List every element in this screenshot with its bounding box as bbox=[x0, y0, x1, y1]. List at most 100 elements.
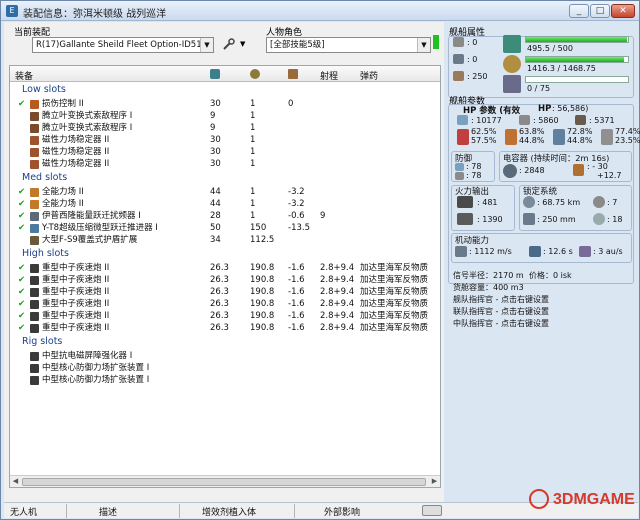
table-row[interactable]: ✔ 伊普西隆能量跃迁扰频器 I 28 1 -0.6 9 bbox=[10, 210, 440, 222]
table-row[interactable]: 磁性力场稳定器 II 30 1 bbox=[10, 146, 440, 158]
module-table: 装备 射程 弹药 Low slots ✔ 损伤控制 II 30 1 0 腾立叶变换式索敌程序… bbox=[9, 65, 441, 488]
ship-price: 价格：0 isk bbox=[529, 271, 572, 280]
module-name: 重型中子疾速炮 II bbox=[42, 263, 110, 273]
range-cell: 2.8+9.4 bbox=[320, 299, 355, 309]
chevron-down-icon: ▼ bbox=[200, 38, 213, 52]
structure-hp: : 5371 bbox=[589, 116, 615, 125]
active-check-icon[interactable]: ✔ bbox=[18, 310, 25, 322]
table-row[interactable]: ✔ 重型中子疾速炮 II 26.3 190.8 -1.6 2.8+9.4 加达里海军反物质 bbox=[10, 274, 440, 286]
table-row[interactable]: ✔ 重型中子疾速炮 II 26.3 190.8 -1.6 2.8+9.4 加达里海军反物质 bbox=[10, 298, 440, 310]
module-name: 重型中子疾速炮 II bbox=[42, 323, 110, 333]
capacitor-cell: -13.5 bbox=[288, 223, 310, 233]
tab-implants[interactable]: 增效剂植入体 bbox=[202, 505, 256, 518]
powergrid-cell: 1 bbox=[250, 211, 256, 221]
capacitor-cell: -3.2 bbox=[288, 187, 305, 197]
cpu-icon bbox=[503, 35, 521, 53]
watermark-text: 3DMGAME bbox=[553, 491, 635, 508]
module-name: 磁性力场稳定器 II bbox=[42, 147, 110, 157]
table-row[interactable]: 磁性力场稳定器 II 30 1 bbox=[10, 134, 440, 146]
cpu-cell: 34 bbox=[210, 235, 221, 245]
table-row[interactable]: 磁性力场稳定器 II 30 1 bbox=[10, 158, 440, 170]
table-row[interactable]: ✔ 重型中子疾速炮 II 26.3 190.8 -1.6 2.8+9.4 加达里海军反物质 bbox=[10, 262, 440, 274]
powergrid-cell: 190.8 bbox=[250, 299, 275, 309]
turret-slot-count: : 0 bbox=[467, 55, 478, 64]
powergrid-bar bbox=[525, 56, 629, 63]
module-name: 中型核心防御力场扩张装置 I bbox=[42, 363, 150, 373]
cpu-column-icon[interactable] bbox=[210, 69, 220, 79]
table-row[interactable]: ✔ 全能力场 II 44 1 -3.2 bbox=[10, 198, 440, 210]
turret-slot-icon bbox=[453, 54, 464, 64]
shield-regen-icon bbox=[455, 163, 464, 171]
character-select[interactable]: [全部技能5级] ▼ bbox=[266, 37, 431, 53]
scan-resolution-value: : 250 mm bbox=[537, 215, 576, 224]
horizontal-scrollbar[interactable]: ◀ ▶ bbox=[10, 475, 440, 487]
capacitor-rate-icon bbox=[573, 164, 584, 176]
table-row[interactable]: ✔ 重型中子疾速炮 II 26.3 190.8 -1.6 2.8+9.4 加达里海军反物质 bbox=[10, 310, 440, 322]
table-row[interactable]: ✔ 重型中子疾速炮 II 26.3 190.8 -1.6 2.8+9.4 加达里海军反物质 bbox=[10, 286, 440, 298]
calibration-value: 0 / 75 bbox=[527, 84, 551, 93]
active-check-icon[interactable]: ✔ bbox=[18, 222, 25, 234]
close-button[interactable]: ✕ bbox=[611, 4, 635, 18]
window-title: 装配信息：弥洱米顿级 战列巡洋 bbox=[23, 9, 167, 20]
table-row[interactable]: ✔ 重型中子疾速炮 II 26.3 190.8 -1.6 2.8+9.4 加达里海军反物质 bbox=[10, 322, 440, 334]
table-row[interactable]: 腾立叶变换式索敌程序 I 9 1 bbox=[10, 122, 440, 134]
status-button[interactable] bbox=[422, 505, 442, 516]
module-icon bbox=[30, 211, 39, 221]
wing-commander[interactable]: 联队指挥官 - 点击右键设置 bbox=[453, 306, 549, 317]
active-check-icon[interactable]: ✔ bbox=[18, 322, 25, 334]
cpu-value: 495.5 / 500 bbox=[527, 44, 573, 53]
active-check-icon[interactable]: ✔ bbox=[18, 98, 25, 110]
tab-drones[interactable]: 无人机 bbox=[10, 505, 37, 518]
table-row[interactable]: ✔ 全能力场 II 44 1 -3.2 bbox=[10, 186, 440, 198]
cpu-cell: 30 bbox=[210, 159, 221, 169]
active-check-icon[interactable]: ✔ bbox=[18, 298, 25, 310]
powergrid-cell: 190.8 bbox=[250, 263, 275, 273]
tab-description[interactable]: 描述 bbox=[99, 505, 117, 518]
signature-radius: 信号半径：2170 m bbox=[453, 271, 524, 280]
title-bar[interactable]: E 装配信息：弥洱米顿级 战列巡洋 _ □ ✕ bbox=[1, 1, 639, 21]
cpu-cell: 26.3 bbox=[210, 287, 229, 297]
table-row[interactable]: 中型抗电磁屏障强化器 I bbox=[10, 350, 440, 362]
active-check-icon[interactable]: ✔ bbox=[18, 186, 25, 198]
cpu-cell: 26.3 bbox=[210, 263, 229, 273]
col-header-ammo[interactable]: 弹药 bbox=[360, 69, 378, 82]
module-name: 中型抗电磁屏障强化器 I bbox=[42, 351, 133, 361]
table-row[interactable]: 腾立叶变换式索敌程序 I 9 1 bbox=[10, 110, 440, 122]
cpu-cell: 9 bbox=[210, 111, 216, 121]
active-check-icon[interactable]: ✔ bbox=[18, 210, 25, 222]
module-name: 重型中子疾速炮 II bbox=[42, 299, 110, 309]
mobility-title: 机动能力 bbox=[455, 236, 490, 246]
active-check-icon[interactable]: ✔ bbox=[18, 198, 25, 210]
table-row[interactable]: ✔ 损伤控制 II 30 1 0 bbox=[10, 98, 440, 110]
current-fit-select[interactable]: R(17)Gallante Sheild Fleet Option-ID5169… bbox=[32, 37, 214, 53]
col-header-range[interactable]: 射程 bbox=[320, 69, 338, 82]
col-header-name[interactable]: 装备 bbox=[15, 69, 33, 82]
table-row[interactable]: 中型核心防御力场扩张装置 I bbox=[10, 362, 440, 374]
cpu-cell: 30 bbox=[210, 147, 221, 157]
maximize-button[interactable]: □ bbox=[590, 4, 610, 18]
scroll-thumb[interactable] bbox=[22, 478, 426, 486]
module-icon bbox=[30, 263, 39, 273]
structure-icon bbox=[575, 115, 586, 125]
capacitor-recharge: +12.7 bbox=[597, 171, 622, 180]
wrench-icon[interactable] bbox=[222, 38, 236, 51]
scroll-left-icon[interactable]: ◀ bbox=[10, 476, 21, 487]
scroll-right-icon[interactable]: ▶ bbox=[429, 476, 440, 487]
table-row[interactable]: 中型核心防御力场扩张装置 I bbox=[10, 374, 440, 386]
table-row[interactable]: 大型F-S9覆盖式护盾扩展 34 112.5 bbox=[10, 234, 440, 246]
table-row[interactable]: ✔ Y-T8超级压缩微型跃迁推进器 I 50 150 -13.5 bbox=[10, 222, 440, 234]
minimize-button[interactable]: _ bbox=[569, 4, 589, 18]
tab-external[interactable]: 外部影响 bbox=[324, 505, 360, 518]
capacitor-column-icon[interactable] bbox=[288, 69, 298, 79]
active-check-icon[interactable]: ✔ bbox=[18, 286, 25, 298]
squad-commander[interactable]: 中队指挥官 - 点击右键设置 bbox=[453, 318, 549, 329]
resistance-type-icon bbox=[553, 129, 565, 145]
range-cell: 2.8+9.4 bbox=[320, 323, 355, 333]
wrench-dropdown-icon[interactable]: ▼ bbox=[240, 40, 245, 48]
cpu-cell: 26.3 bbox=[210, 299, 229, 309]
resistance-value: 72.8% bbox=[567, 127, 593, 136]
powergrid-column-icon[interactable] bbox=[250, 69, 260, 79]
active-check-icon[interactable]: ✔ bbox=[18, 262, 25, 274]
active-check-icon[interactable]: ✔ bbox=[18, 274, 25, 286]
fleet-commander[interactable]: 舰队指挥官 - 点击右键设置 bbox=[453, 294, 549, 305]
